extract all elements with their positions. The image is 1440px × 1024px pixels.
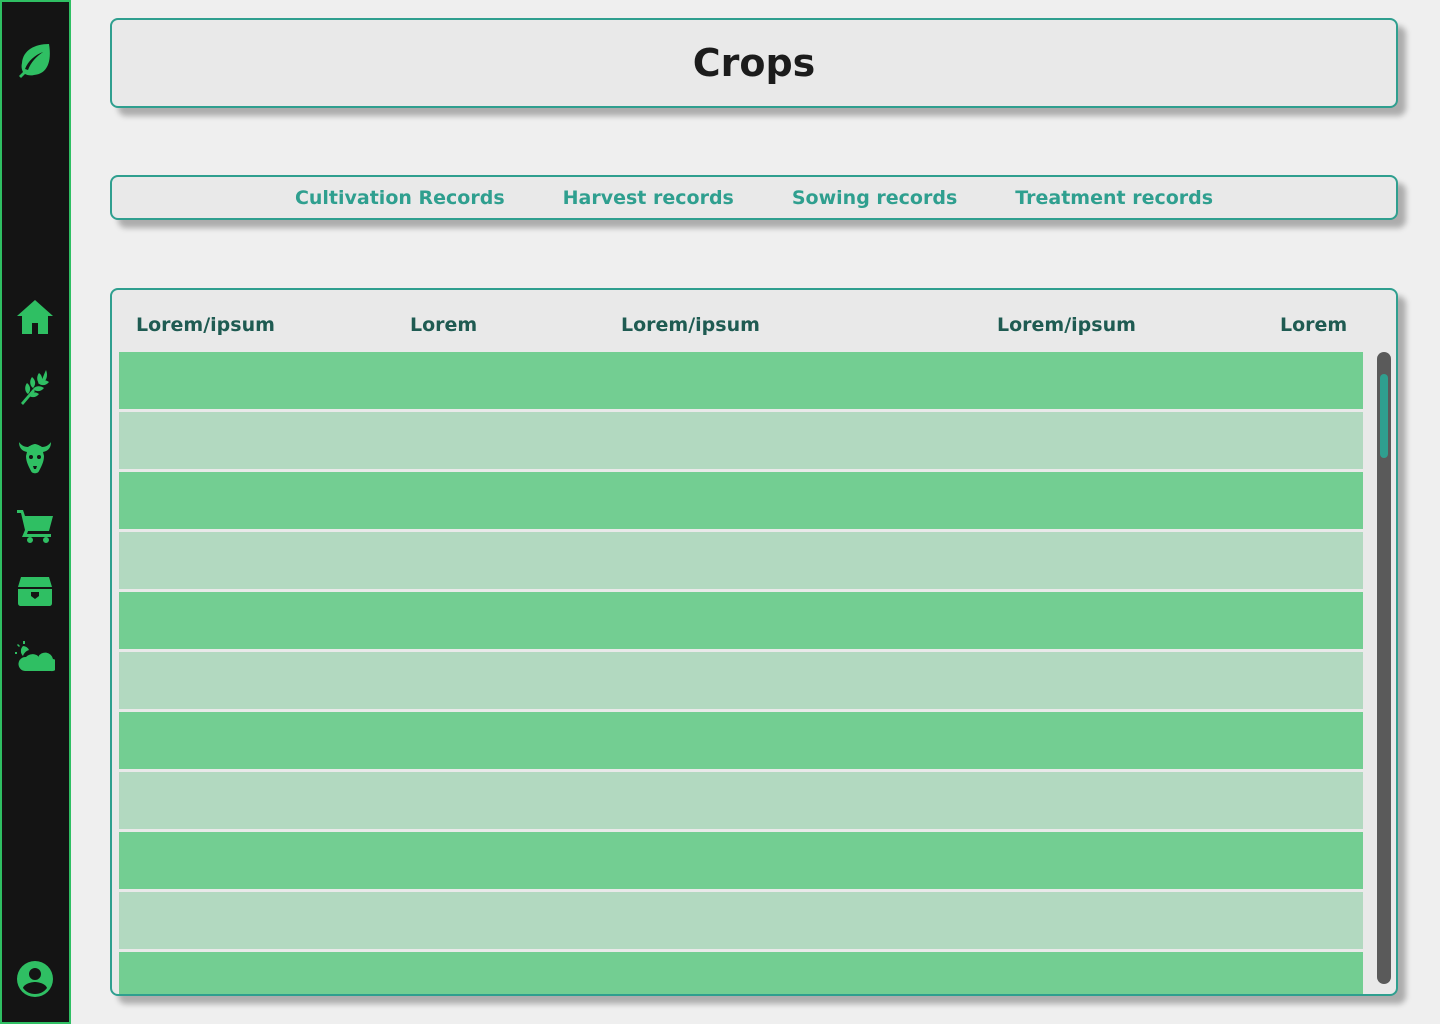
table-row[interactable] (119, 832, 1363, 889)
tab-harvest-records[interactable]: Harvest records (563, 187, 734, 209)
cow-icon[interactable] (13, 436, 57, 480)
sidebar (0, 0, 71, 1024)
table-row[interactable] (119, 532, 1363, 589)
column-header: Lorem/ipsum (621, 314, 760, 336)
records-table: Lorem/ipsum Lorem Lorem/ipsum Lorem/ipsu… (110, 288, 1398, 996)
table-row[interactable] (119, 472, 1363, 529)
table-row[interactable] (119, 772, 1363, 829)
table-header: Lorem/ipsum Lorem Lorem/ipsum Lorem/ipsu… (112, 290, 1396, 352)
tab-treatment-records[interactable]: Treatment records (1015, 187, 1213, 209)
tab-cultivation-records[interactable]: Cultivation Records (295, 187, 505, 209)
leaf-icon[interactable] (13, 38, 57, 82)
table-row[interactable] (119, 952, 1363, 994)
scrollbar-thumb[interactable] (1380, 374, 1388, 458)
storage-icon[interactable] (13, 569, 57, 613)
column-header: Lorem/ipsum (997, 314, 1136, 336)
column-header: Lorem (1280, 314, 1348, 336)
home-icon[interactable] (13, 295, 57, 339)
table-row[interactable] (119, 352, 1363, 409)
user-icon[interactable] (13, 957, 57, 1001)
cart-icon[interactable] (13, 503, 57, 547)
table-scrollbar[interactable] (1377, 352, 1391, 984)
table-row[interactable] (119, 892, 1363, 949)
column-header: Lorem (410, 314, 478, 336)
page-title: Crops (692, 41, 816, 85)
tab-sowing-records[interactable]: Sowing records (792, 187, 957, 209)
page-header: Crops (110, 18, 1398, 108)
weather-icon[interactable] (13, 636, 57, 680)
wheat-icon[interactable] (13, 365, 57, 409)
table-row[interactable] (119, 712, 1363, 769)
records-tabs: Cultivation Records Harvest records Sowi… (110, 175, 1398, 220)
table-body (119, 352, 1363, 994)
table-row[interactable] (119, 412, 1363, 469)
table-row[interactable] (119, 652, 1363, 709)
column-header: Lorem/ipsum (136, 314, 275, 336)
table-row[interactable] (119, 592, 1363, 649)
